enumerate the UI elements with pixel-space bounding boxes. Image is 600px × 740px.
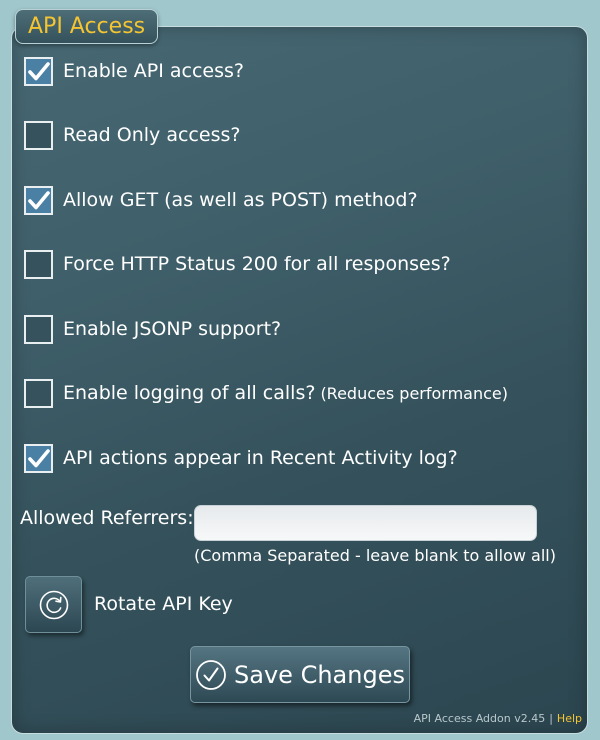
option-enable-api[interactable]: Enable API access?: [24, 55, 244, 87]
option-label: Enable JSONP support?: [63, 318, 282, 340]
option-label: Allow GET (as well as POST) method?: [63, 189, 418, 211]
checkmark-icon: [28, 190, 50, 209]
referrers-label: Allowed Referrers:: [20, 507, 194, 529]
option-jsonp[interactable]: Enable JSONP support?: [24, 313, 281, 345]
rotate-icon: [39, 590, 68, 619]
option-note: (Reduces performance): [320, 383, 508, 403]
checkmark-icon: [28, 61, 50, 80]
allow-get-checkbox[interactable]: [24, 185, 53, 215]
option-label: Read Only access?: [63, 124, 241, 146]
option-label: Force HTTP Status 200 for all responses?: [63, 253, 451, 275]
checkmark-icon: [28, 448, 50, 467]
jsonp-checkbox[interactable]: [24, 314, 53, 344]
option-read-only[interactable]: Read Only access?: [24, 119, 240, 151]
read-only-checkbox[interactable]: [24, 120, 53, 150]
rotate-api-key-button[interactable]: [25, 576, 82, 633]
option-force-200[interactable]: Force HTTP Status 200 for all responses?: [24, 248, 451, 280]
option-allow-get[interactable]: Allow GET (as well as POST) method?: [24, 184, 418, 216]
option-label: Enable API access?: [63, 60, 244, 82]
help-link[interactable]: Help: [557, 712, 582, 725]
footer: API Access Addon v2.45 | Help: [414, 712, 582, 725]
enable-api-checkbox[interactable]: [24, 56, 53, 86]
save-changes-button[interactable]: Save Changes: [190, 646, 410, 703]
panel-title: API Access: [15, 9, 159, 44]
footer-separator: |: [549, 712, 553, 725]
option-label: API actions appear in Recent Activity lo…: [63, 447, 458, 469]
referrers-input[interactable]: [194, 505, 537, 541]
version-text: API Access Addon v2.45: [413, 712, 546, 725]
recent-activity-checkbox[interactable]: [24, 443, 53, 473]
option-label: Enable logging of all calls?: [63, 382, 316, 404]
force-200-checkbox[interactable]: [24, 249, 53, 279]
option-recent-activity[interactable]: API actions appear in Recent Activity lo…: [24, 442, 458, 474]
logging-checkbox[interactable]: [24, 378, 53, 408]
save-changes-label: Save Changes: [234, 660, 405, 689]
referrers-hint: (Comma Separated - leave blank to allow …: [194, 546, 556, 565]
option-logging[interactable]: Enable logging of all calls? (Reduces pe…: [24, 377, 508, 409]
check-circle-icon: [196, 659, 226, 690]
rotate-api-key-label[interactable]: Rotate API Key: [94, 593, 233, 615]
